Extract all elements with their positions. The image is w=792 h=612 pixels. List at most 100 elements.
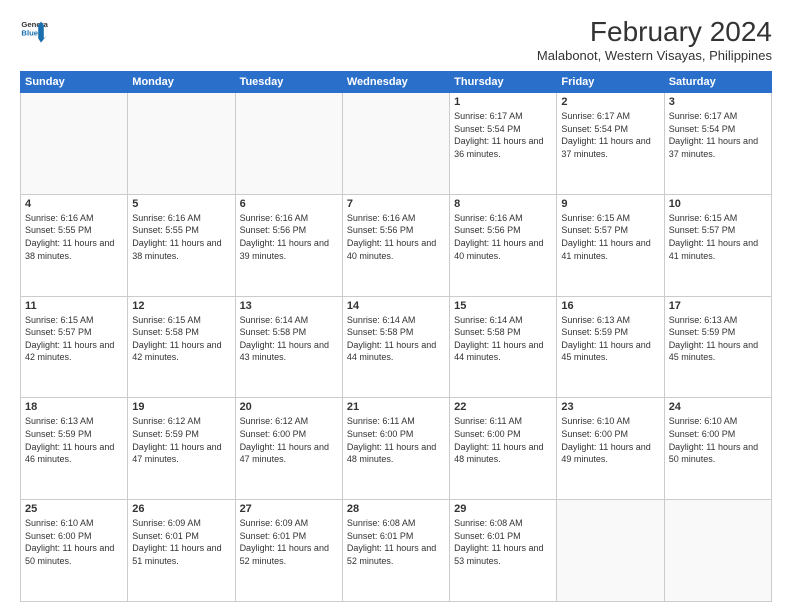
page: General Blue February 2024 Malabonot, We… — [0, 0, 792, 612]
calendar-cell: 23 Sunrise: 6:10 AM Sunset: 6:00 PM Dayli… — [557, 398, 664, 500]
calendar-cell: 1 Sunrise: 6:17 AM Sunset: 5:54 PM Daylig… — [450, 93, 557, 195]
day-info: Sunrise: 6:17 AM Sunset: 5:54 PM Dayligh… — [561, 110, 659, 160]
calendar-cell: 13 Sunrise: 6:14 AM Sunset: 5:58 PM Dayli… — [235, 296, 342, 398]
day-number: 5 — [132, 198, 230, 210]
day-info: Sunrise: 6:16 AM Sunset: 5:56 PM Dayligh… — [454, 212, 552, 262]
col-friday: Friday — [557, 72, 664, 93]
day-info: Sunrise: 6:13 AM Sunset: 5:59 PM Dayligh… — [25, 415, 123, 465]
calendar-cell: 18 Sunrise: 6:13 AM Sunset: 5:59 PM Dayli… — [21, 398, 128, 500]
logo-icon: General Blue — [20, 16, 48, 44]
day-number: 2 — [561, 96, 659, 108]
calendar-table: Sunday Monday Tuesday Wednesday Thursday… — [20, 71, 772, 602]
day-number: 6 — [240, 198, 338, 210]
calendar-cell — [128, 93, 235, 195]
day-info: Sunrise: 6:10 AM Sunset: 6:00 PM Dayligh… — [25, 517, 123, 567]
day-number: 27 — [240, 503, 338, 515]
day-info: Sunrise: 6:13 AM Sunset: 5:59 PM Dayligh… — [669, 314, 767, 364]
day-number: 13 — [240, 300, 338, 312]
calendar-cell: 28Sunrise: 6:08 AM Sunset: 6:01 PM Dayli… — [342, 500, 449, 602]
day-info: Sunrise: 6:15 AM Sunset: 5:58 PM Dayligh… — [132, 314, 230, 364]
calendar-cell: 6Sunrise: 6:16 AM Sunset: 5:56 PM Daylig… — [235, 194, 342, 296]
day-info: Sunrise: 6:09 AM Sunset: 6:01 PM Dayligh… — [132, 517, 230, 567]
col-monday: Monday — [128, 72, 235, 93]
day-info: Sunrise: 6:16 AM Sunset: 5:55 PM Dayligh… — [25, 212, 123, 262]
day-info: Sunrise: 6:17 AM Sunset: 5:54 PM Dayligh… — [454, 110, 552, 160]
calendar-wrapper: Sunday Monday Tuesday Wednesday Thursday… — [20, 71, 772, 602]
col-wednesday: Wednesday — [342, 72, 449, 93]
day-number: 3 — [669, 96, 767, 108]
day-info: Sunrise: 6:12 AM Sunset: 6:00 PM Dayligh… — [240, 415, 338, 465]
header: General Blue February 2024 Malabonot, We… — [20, 16, 772, 63]
day-number: 22 — [454, 401, 552, 413]
calendar-cell: 17 Sunrise: 6:13 AM Sunset: 5:59 PM Dayli… — [664, 296, 771, 398]
calendar-week-1: 4 Sunrise: 6:16 AM Sunset: 5:55 PM Daylig… — [21, 194, 772, 296]
day-info: Sunrise: 6:14 AM Sunset: 5:58 PM Dayligh… — [454, 314, 552, 364]
col-sunday: Sunday — [21, 72, 128, 93]
svg-text:General: General — [21, 20, 48, 29]
day-info: Sunrise: 6:08 AM Sunset: 6:01 PM Dayligh… — [454, 517, 552, 567]
calendar-cell: 7 Sunrise: 6:16 AM Sunset: 5:56 PM Daylig… — [342, 194, 449, 296]
day-number: 11 — [25, 300, 123, 312]
logo: General Blue — [20, 16, 48, 44]
calendar-week-2: 11 Sunrise: 6:15 AM Sunset: 5:57 PM Dayli… — [21, 296, 772, 398]
calendar-cell: 4 Sunrise: 6:16 AM Sunset: 5:55 PM Daylig… — [21, 194, 128, 296]
day-number: 7 — [347, 198, 445, 210]
calendar-cell — [21, 93, 128, 195]
calendar-cell: 29Sunrise: 6:08 AM Sunset: 6:01 PM Dayli… — [450, 500, 557, 602]
calendar-cell: 26 Sunrise: 6:09 AM Sunset: 6:01 PM Dayli… — [128, 500, 235, 602]
calendar-cell: 5 Sunrise: 6:16 AM Sunset: 5:55 PM Daylig… — [128, 194, 235, 296]
calendar-cell: 10Sunrise: 6:15 AM Sunset: 5:57 PM Dayli… — [664, 194, 771, 296]
col-tuesday: Tuesday — [235, 72, 342, 93]
calendar-cell — [557, 500, 664, 602]
day-number: 18 — [25, 401, 123, 413]
day-info: Sunrise: 6:16 AM Sunset: 5:56 PM Dayligh… — [347, 212, 445, 262]
day-info: Sunrise: 6:14 AM Sunset: 5:58 PM Dayligh… — [347, 314, 445, 364]
day-info: Sunrise: 6:15 AM Sunset: 5:57 PM Dayligh… — [561, 212, 659, 262]
calendar-cell — [664, 500, 771, 602]
day-info: Sunrise: 6:10 AM Sunset: 6:00 PM Dayligh… — [669, 415, 767, 465]
calendar-cell: 2 Sunrise: 6:17 AM Sunset: 5:54 PM Daylig… — [557, 93, 664, 195]
day-number: 24 — [669, 401, 767, 413]
calendar-cell — [342, 93, 449, 195]
day-info: Sunrise: 6:08 AM Sunset: 6:01 PM Dayligh… — [347, 517, 445, 567]
day-info: Sunrise: 6:11 AM Sunset: 6:00 PM Dayligh… — [347, 415, 445, 465]
calendar-cell: 3 Sunrise: 6:17 AM Sunset: 5:54 PM Daylig… — [664, 93, 771, 195]
day-number: 21 — [347, 401, 445, 413]
calendar-cell — [235, 93, 342, 195]
day-number: 9 — [561, 198, 659, 210]
day-number: 15 — [454, 300, 552, 312]
day-info: Sunrise: 6:14 AM Sunset: 5:58 PM Dayligh… — [240, 314, 338, 364]
subtitle: Malabonot, Western Visayas, Philippines — [537, 48, 772, 63]
title-area: February 2024 Malabonot, Western Visayas… — [537, 16, 772, 63]
day-number: 25 — [25, 503, 123, 515]
calendar-cell: 16Sunrise: 6:13 AM Sunset: 5:59 PM Dayli… — [557, 296, 664, 398]
calendar-cell: 15 Sunrise: 6:14 AM Sunset: 5:58 PM Dayli… — [450, 296, 557, 398]
day-info: Sunrise: 6:11 AM Sunset: 6:00 PM Dayligh… — [454, 415, 552, 465]
calendar-cell: 25 Sunrise: 6:10 AM Sunset: 6:00 PM Dayli… — [21, 500, 128, 602]
day-info: Sunrise: 6:17 AM Sunset: 5:54 PM Dayligh… — [669, 110, 767, 160]
day-info: Sunrise: 6:12 AM Sunset: 5:59 PM Dayligh… — [132, 415, 230, 465]
day-info: Sunrise: 6:10 AM Sunset: 6:00 PM Dayligh… — [561, 415, 659, 465]
calendar-cell: 9 Sunrise: 6:15 AM Sunset: 5:57 PM Daylig… — [557, 194, 664, 296]
day-number: 16 — [561, 300, 659, 312]
day-number: 8 — [454, 198, 552, 210]
calendar-cell: 21 Sunrise: 6:11 AM Sunset: 6:00 PM Dayli… — [342, 398, 449, 500]
calendar-cell: 12Sunrise: 6:15 AM Sunset: 5:58 PM Dayli… — [128, 296, 235, 398]
calendar-cell: 24 Sunrise: 6:10 AM Sunset: 6:00 PM Dayli… — [664, 398, 771, 500]
day-number: 26 — [132, 503, 230, 515]
day-number: 1 — [454, 96, 552, 108]
main-title: February 2024 — [537, 16, 772, 48]
day-info: Sunrise: 6:16 AM Sunset: 5:55 PM Dayligh… — [132, 212, 230, 262]
day-info: Sunrise: 6:09 AM Sunset: 6:01 PM Dayligh… — [240, 517, 338, 567]
calendar-cell: 14Sunrise: 6:14 AM Sunset: 5:58 PM Dayli… — [342, 296, 449, 398]
day-number: 17 — [669, 300, 767, 312]
col-thursday: Thursday — [450, 72, 557, 93]
calendar-week-4: 25 Sunrise: 6:10 AM Sunset: 6:00 PM Dayli… — [21, 500, 772, 602]
day-info: Sunrise: 6:15 AM Sunset: 5:57 PM Dayligh… — [25, 314, 123, 364]
calendar-cell: 8 Sunrise: 6:16 AM Sunset: 5:56 PM Daylig… — [450, 194, 557, 296]
day-number: 10 — [669, 198, 767, 210]
day-number: 4 — [25, 198, 123, 210]
day-number: 19 — [132, 401, 230, 413]
day-number: 23 — [561, 401, 659, 413]
header-row: Sunday Monday Tuesday Wednesday Thursday… — [21, 72, 772, 93]
